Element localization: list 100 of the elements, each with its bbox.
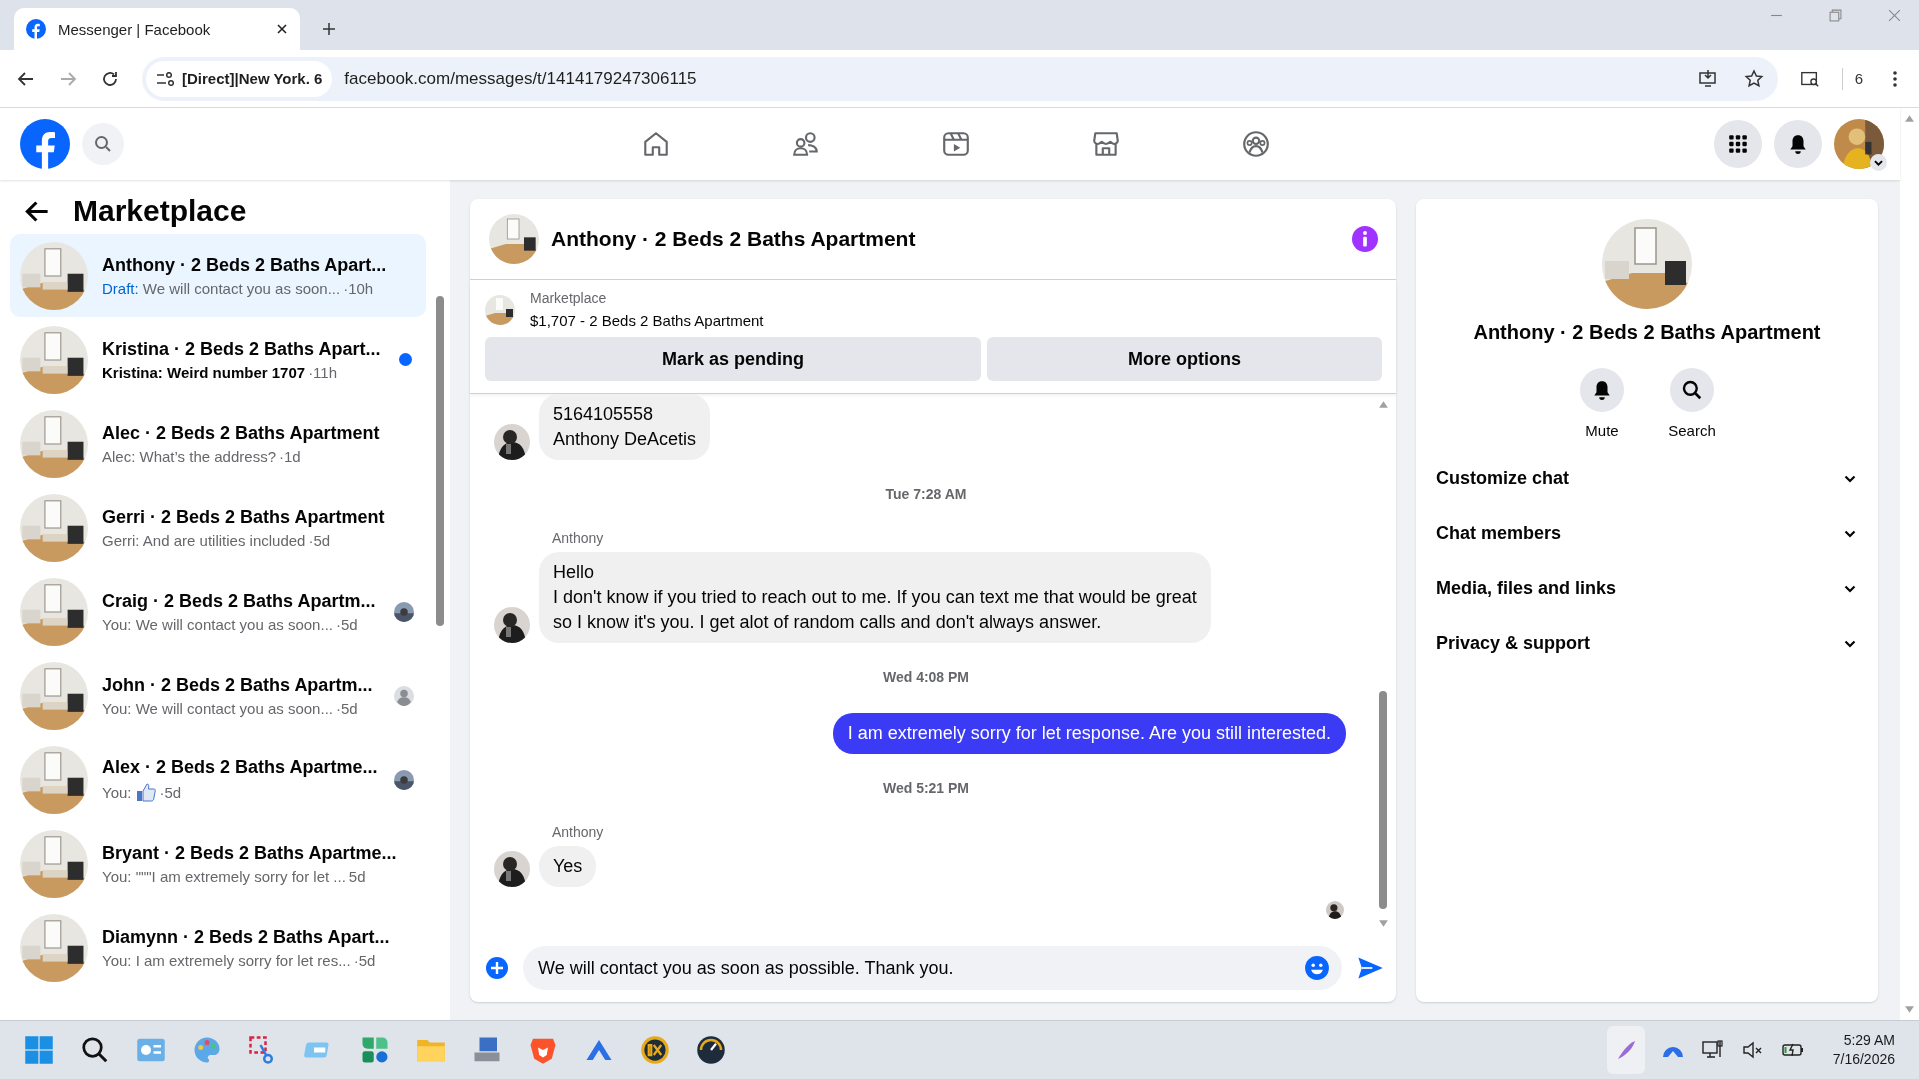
action-label: Search [1668,422,1716,439]
palette-icon[interactable] [192,1035,222,1065]
conversation-title: Gerri · 2 Beds 2 Baths Apartment [102,506,386,528]
timestamp: Wed 5:21 PM [881,780,971,796]
action-label: Mute [1585,422,1619,439]
circle-app-icon[interactable] [640,1035,670,1065]
time-label: ·5d [335,615,358,633]
site-label: [Direct]|New York. 6 [182,70,323,87]
time-label: 5d [348,867,366,885]
facebook-logo-icon[interactable] [20,119,70,169]
unread-dot [399,353,412,366]
conversation-title: Kristina · 2 Beds 2 Baths Apart... [102,338,382,360]
action-button[interactable] [1580,368,1624,412]
conversation-item[interactable]: Anthony · 2 Beds 2 Baths Apart... Draft: We will contact you as soon... ·10h [10,234,426,317]
scrollbar-thumb[interactable] [436,296,444,626]
conversation-item[interactable]: Bryant · 2 Beds 2 Baths Apartme... You: """I am extremely sorry for let ... 5d [10,822,426,905]
section-header[interactable]: Chat members [1424,506,1870,561]
message-preview: Draft: We will contact you as soon... [102,279,341,297]
scroll-down-icon[interactable] [1904,1005,1915,1014]
section-header[interactable]: Privacy & support [1424,616,1870,671]
scroll-up-icon[interactable] [1377,400,1389,409]
sidebar-title: Marketplace [73,194,247,228]
tune-icon [156,71,174,86]
conversation-item[interactable]: Alex · 2 Beds 2 Baths Apartme... You: ·5d [10,738,426,821]
extension-count[interactable]: 6 [1854,70,1863,87]
conversation-item[interactable]: Diamynn · 2 Beds 2 Baths Apart... You: I am extremely sorry for let res... ·5d [10,906,426,989]
shop-icon[interactable] [1091,129,1121,159]
scrollbar-thumb[interactable] [1379,691,1387,909]
info-icon[interactable] [1352,226,1378,252]
action-button[interactable]: Mark as pending [485,337,981,381]
browser-tab[interactable]: Messenger | Facebook [14,8,300,50]
time-label: ·1d [279,447,301,465]
person-avatar-icon [394,685,414,706]
time-label: ·10h [343,279,374,297]
clock[interactable]: 5:29 AM 7/16/2026 [1832,1031,1895,1069]
smiley-icon[interactable] [1304,955,1330,981]
chevron-down-icon [1844,639,1856,648]
action-button[interactable] [1670,368,1714,412]
sender-name: Anthony [552,530,605,546]
search-button[interactable] [82,123,124,165]
message-preview: You: """I am extremely sorry for let ... [102,867,346,885]
listing-title: $1,707 - 2 Beds 2 Baths Apartment [530,312,764,329]
chevron-down-icon [1844,529,1856,538]
message-bubble: Hello I don't know if you tried to reach out to me. If you can text me that would be great so I know it's you. I get alot of random calls and don't always answer. [539,552,1211,643]
grid-icon [1727,133,1749,155]
bell-icon [1787,133,1809,155]
url-text: facebook.com/messages/t/1414179247306115 [344,68,697,89]
conversation-item[interactable]: Craig · 2 Beds 2 Baths Apartm... You: We will contact you as soon... ·5d [10,570,426,653]
conversation-item[interactable]: Gerri · 2 Beds 2 Baths Apartment Gerri: And are utilities included ·5d [10,486,426,569]
action-button[interactable]: More options [987,337,1382,381]
install-icon[interactable] [1697,68,1718,89]
message-preview: Gerri: And are utilities included [102,531,306,549]
chevron-down-icon[interactable] [1870,154,1887,171]
conversation-item[interactable]: Kristina · 2 Beds 2 Baths Apart... Kristina: Weird number 1707 ·11h [10,318,426,401]
pen-button[interactable] [1606,1026,1645,1074]
clock-date: 7/16/2026 [1832,1050,1895,1069]
menu-button[interactable] [1714,120,1762,168]
message-bubble: I am extremely sorry for let response. Are you still interested. [832,713,1346,754]
scroll-down-icon[interactable] [1377,919,1389,928]
star-icon[interactable] [1743,68,1764,89]
gauge-app-icon[interactable] [696,1035,726,1065]
conversation-title: Anthony · 2 Beds 2 Baths Apart... [102,254,388,276]
notifications-button[interactable] [1774,120,1822,168]
search-icon [93,134,113,154]
section-header[interactable]: Customize chat [1424,451,1870,506]
timestamp: Tue 7:28 AM [884,486,968,502]
timestamp: Wed 4:08 PM [881,669,971,685]
groups-icon[interactable] [1241,129,1271,159]
time-label: ·5d [159,783,182,801]
message-preview: Kristina: Weird number 1707 [102,363,306,381]
conversation-title: Anthony · 2 Beds 2 Baths Apartment [1473,321,1821,344]
scroll-up-icon[interactable] [1904,114,1915,123]
home-icon[interactable] [641,129,671,159]
search-icon[interactable] [80,1035,110,1065]
chevron-down-icon [1844,474,1856,483]
friends-icon[interactable] [791,129,821,159]
restore-icon[interactable] [1829,8,1842,22]
bell-icon [1591,379,1613,401]
new-tab-icon[interactable] [322,22,336,36]
conversation-item[interactable]: Alec · 2 Beds 2 Baths Apartment Alec: What’s the address? ·1d [10,402,426,485]
video-icon[interactable] [941,129,971,159]
conversation-title: Alex · 2 Beds 2 Baths Apartme... [102,757,379,778]
conversation-title: Diamynn · 2 Beds 2 Baths Apart... [102,926,391,948]
tiles-icon[interactable] [360,1035,390,1065]
search-icon [1681,379,1703,401]
add-icon[interactable] [485,956,509,980]
conversation-item[interactable]: John · 2 Beds 2 Baths Apartm... You: We will contact you as soon... ·5d [10,654,426,737]
section-header[interactable]: Media, files and links [1424,561,1870,616]
start-icon[interactable] [24,1035,54,1065]
conversation-title: John · 2 Beds 2 Baths Apartm... [102,674,374,696]
time-label: ·5d [308,531,331,549]
time-label: ·5d [353,951,376,969]
chat-title: Anthony · 2 Beds 2 Baths Apartment [551,227,917,251]
message-input[interactable]: We will contact you as soon as possible. Thank you. [523,946,1342,990]
message-preview: Alec: What’s the address? [102,447,276,465]
site-info-chip[interactable]: [Direct]|New York. 6 [146,60,333,97]
message-bubble: Yes [539,846,597,887]
address-bar[interactable]: [Direct]|New York. 6 facebook.com/messages/t/1414179247306115 [142,56,1778,101]
close-icon[interactable] [276,23,288,35]
time-label: ·11h [308,363,338,381]
